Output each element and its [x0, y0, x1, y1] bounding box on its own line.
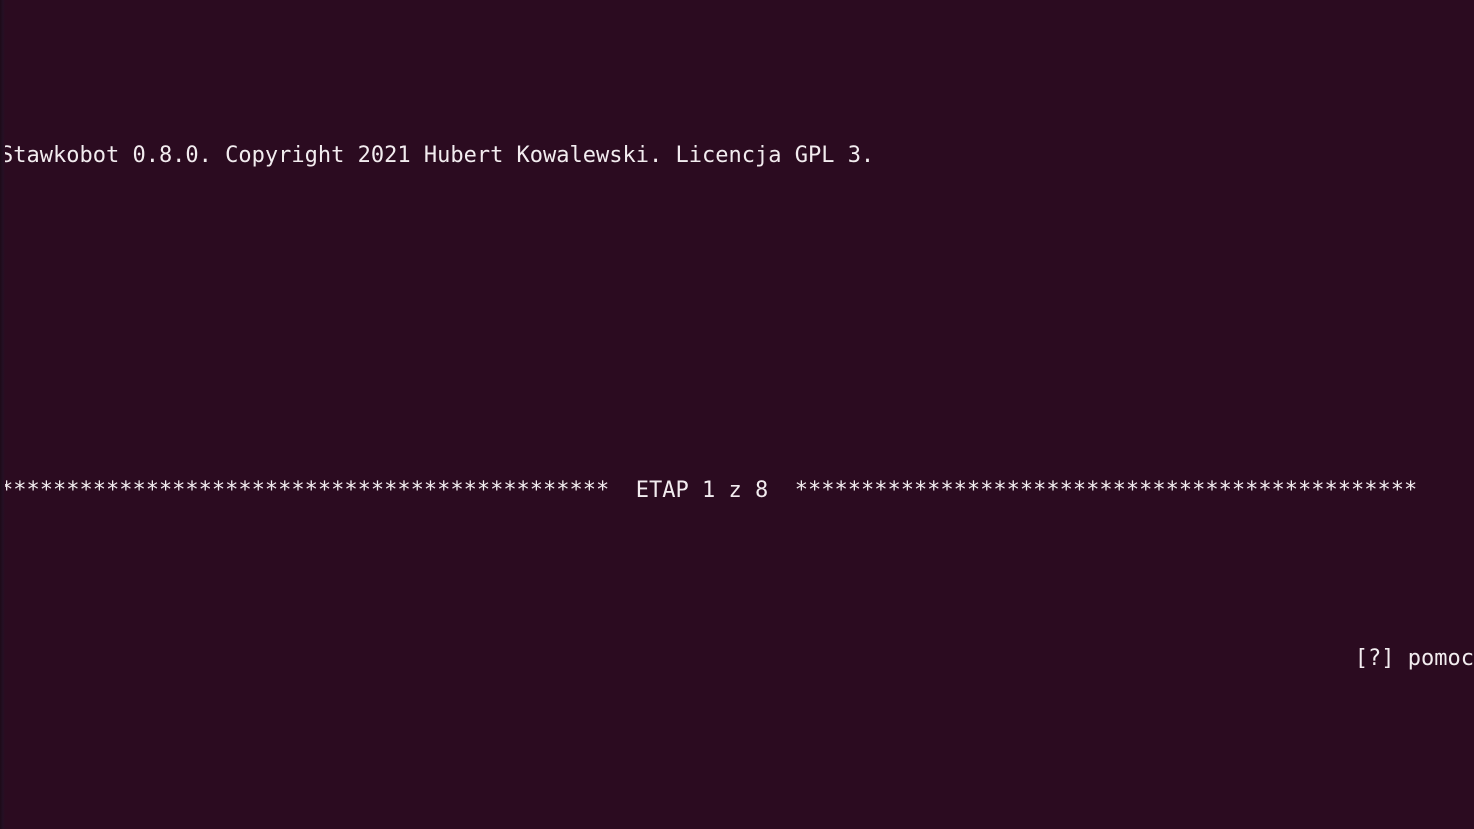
help-hint-label[interactable]: [?] pomoc	[1355, 646, 1474, 671]
stage-banner: ****************************************…	[0, 474, 1474, 508]
terminal-screen: Stawkobot 0.8.0. Copyright 2021 Hubert K…	[0, 5, 1474, 829]
banner-gap-left	[609, 478, 636, 503]
banner-gap-right	[768, 478, 795, 503]
help-hint[interactable]: [?] pomoc	[0, 642, 1474, 676]
stars-right: ****************************************…	[794, 478, 1418, 503]
stars-left: ****************************************…	[0, 478, 610, 503]
stage-label: ETAP 1 z 8	[635, 478, 769, 503]
window-left-edge	[0, 0, 5, 829]
program-title-line: Stawkobot 0.8.0. Copyright 2021 Hubert K…	[0, 143, 875, 168]
terminal-window: Stawkobot 0.8.0. Copyright 2021 Hubert K…	[0, 0, 1474, 829]
